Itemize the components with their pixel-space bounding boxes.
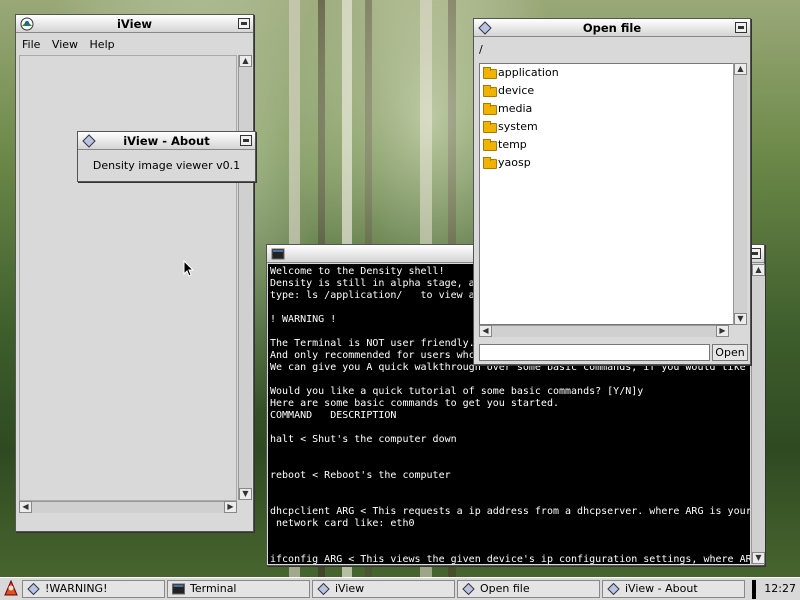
task-label: !WARNING! bbox=[45, 582, 108, 595]
task-label: iView - About bbox=[625, 582, 698, 595]
iview-vertical-scrollbar[interactable]: ▲ ▼ bbox=[238, 55, 252, 500]
minimize-button[interactable] bbox=[238, 18, 250, 29]
minimize-button[interactable] bbox=[735, 22, 747, 33]
iview-titlebar[interactable]: iView bbox=[16, 15, 253, 33]
about-titlebar[interactable]: iView - About bbox=[78, 132, 255, 150]
folder-label: media bbox=[498, 102, 533, 115]
clock: 12:27 bbox=[764, 582, 796, 595]
task-open-file[interactable]: Open file bbox=[457, 580, 600, 598]
window-diamond-icon bbox=[27, 583, 40, 595]
terminal-line: Would you like a quick tutorial of some … bbox=[270, 386, 644, 397]
about-text: Density image viewer v0.1 bbox=[92, 159, 241, 172]
folder-item[interactable]: temp bbox=[480, 136, 734, 154]
image-canvas bbox=[19, 55, 237, 501]
file-list-vertical-scrollbar[interactable]: ▲ ▼ bbox=[733, 63, 747, 325]
scroll-left-button[interactable]: ◀ bbox=[479, 325, 492, 337]
window-diamond-icon bbox=[462, 583, 475, 595]
terminal-line: dhcpclient ARG < This requests a ip addr… bbox=[270, 506, 750, 517]
filename-input[interactable] bbox=[479, 344, 710, 361]
folder-label: temp bbox=[498, 138, 527, 151]
terminal-line: reboot < Reboot's the computer bbox=[270, 470, 451, 481]
iview-menubar: File View Help bbox=[17, 34, 252, 56]
open-button[interactable]: Open bbox=[712, 344, 748, 361]
folder-item[interactable]: device bbox=[480, 82, 734, 100]
open-file-titlebar[interactable]: Open file bbox=[474, 19, 750, 37]
iview-window: iView File View Help ▲ ▼ ◀ ▶ bbox=[15, 14, 254, 532]
task-label: Terminal bbox=[190, 582, 237, 595]
about-title: iView - About bbox=[123, 134, 210, 148]
window-diamond-icon bbox=[82, 134, 96, 148]
start-menu-icon[interactable] bbox=[2, 580, 20, 598]
file-list[interactable]: application device media system temp yaosp bbox=[479, 63, 735, 325]
terminal-line: Here are some basic commands to get you … bbox=[270, 398, 559, 409]
folder-item[interactable]: system bbox=[480, 118, 734, 136]
task-label: Open file bbox=[480, 582, 530, 595]
about-dialog: iView - About Density image viewer v0.1 bbox=[77, 131, 256, 182]
file-list-horizontal-scrollbar[interactable]: ◀ ▶ bbox=[479, 325, 729, 337]
terminal-line: ifconfig ARG < This views the given devi… bbox=[270, 554, 750, 564]
folder-label: system bbox=[498, 120, 538, 133]
menu-file[interactable]: File bbox=[22, 34, 40, 56]
folder-icon bbox=[483, 121, 497, 133]
folder-item[interactable]: yaosp bbox=[480, 154, 734, 172]
iview-horizontal-scrollbar[interactable]: ◀ ▶ bbox=[19, 501, 237, 513]
scroll-left-button[interactable]: ◀ bbox=[19, 501, 32, 513]
folder-icon bbox=[483, 139, 497, 151]
scroll-up-button[interactable]: ▲ bbox=[734, 63, 747, 75]
window-diamond-icon bbox=[478, 21, 492, 35]
task-iview-about[interactable]: iView - About bbox=[602, 580, 745, 598]
folder-icon bbox=[483, 103, 497, 115]
task-terminal[interactable]: Terminal bbox=[167, 580, 310, 598]
scroll-right-button[interactable]: ▶ bbox=[716, 325, 729, 337]
scroll-down-button[interactable]: ▼ bbox=[734, 313, 747, 325]
scroll-down-button[interactable]: ▼ bbox=[239, 488, 252, 500]
terminal-vertical-scrollbar[interactable]: ▲ ▼ bbox=[751, 264, 765, 564]
iview-title: iView bbox=[116, 17, 152, 31]
task-warning[interactable]: !WARNING! bbox=[22, 580, 165, 598]
folder-icon bbox=[483, 157, 497, 169]
folder-label: application bbox=[498, 66, 559, 79]
folder-icon bbox=[483, 85, 497, 97]
window-diamond-icon bbox=[607, 583, 620, 595]
folder-label: yaosp bbox=[498, 156, 531, 169]
terminal-line: network card like: eth0 bbox=[270, 518, 415, 529]
mouse-cursor-icon bbox=[183, 260, 195, 277]
terminal-app-icon bbox=[271, 248, 285, 260]
scroll-up-button[interactable]: ▲ bbox=[239, 55, 252, 67]
open-file-title: Open file bbox=[582, 21, 642, 35]
task-label: iView bbox=[335, 582, 365, 595]
scroll-right-button[interactable]: ▶ bbox=[224, 501, 237, 513]
task-iview[interactable]: iView bbox=[312, 580, 455, 598]
folder-item[interactable]: application bbox=[480, 64, 734, 82]
scroll-down-button[interactable]: ▼ bbox=[752, 552, 765, 564]
iview-app-icon bbox=[20, 17, 34, 31]
folder-icon bbox=[483, 67, 497, 79]
folder-label: device bbox=[498, 84, 535, 97]
taskbar: !WARNING! Terminal iView Open file iView… bbox=[0, 577, 800, 600]
terminal-app-icon bbox=[172, 583, 185, 595]
open-file-dialog: Open file / application device media system… bbox=[473, 18, 751, 365]
menu-view[interactable]: View bbox=[52, 34, 78, 56]
folder-item[interactable]: media bbox=[480, 100, 734, 118]
current-path: / bbox=[479, 43, 483, 56]
terminal-line: halt < Shut's the computer down bbox=[270, 434, 457, 445]
menu-help[interactable]: Help bbox=[90, 34, 115, 56]
minimize-button[interactable] bbox=[240, 135, 252, 146]
scroll-up-button[interactable]: ▲ bbox=[752, 264, 765, 276]
terminal-line: COMMAND DESCRIPTION bbox=[270, 410, 397, 421]
tray-separator bbox=[752, 580, 756, 599]
window-diamond-icon bbox=[317, 583, 330, 595]
